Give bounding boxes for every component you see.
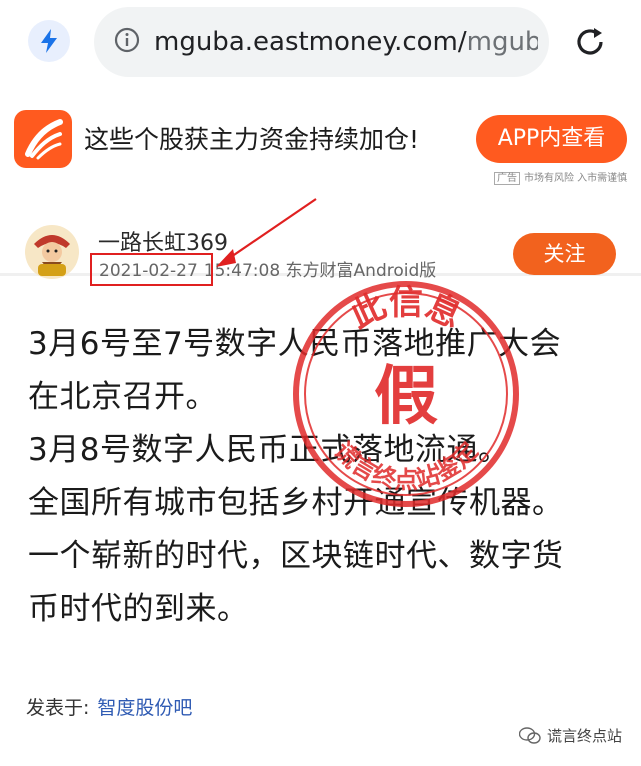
url-text[interactable]: mguba.eastmoney.com/mgub [154,20,538,64]
forum-link[interactable]: 智度股份吧 [97,697,192,719]
reload-icon[interactable] [570,22,610,62]
eastmoney-logo-icon [14,110,72,168]
posted-in-label: 发表于: [26,697,90,719]
post-line: 一个崭新的时代，区块链时代、数字货 [28,538,564,574]
posted-in: 发表于: 智度股份吧 [26,693,192,720]
ad-disclaimer: 广告 市场有风险 入市需谨慎 [494,169,627,185]
browser-toolbar: mguba.eastmoney.com/mgub [0,0,641,88]
post-line: 3月6号至7号数字人民币落地推广大会 [28,326,562,362]
ad-headline[interactable]: 这些个股获主力资金持续加仓! [84,120,419,160]
post-time-source: 15:47:08 东方财富Android版 [203,261,437,281]
info-icon[interactable] [114,27,140,53]
post-line: 币时代的到来。 [28,591,249,627]
post-body: 3月6号至7号数字人民币落地推广大会 在北京召开。 3月8号数字人民币正式落地流… [28,318,628,636]
ad-banner[interactable]: 这些个股获主力资金持续加仓! APP内查看 广告 市场有风险 入市需谨慎 [0,88,641,276]
watermark: 谎言终点站 [519,725,622,746]
post-line: 在北京召开。 [28,379,217,415]
post-line: 3月8号数字人民币正式落地流通。 [28,432,510,468]
open-in-app-button[interactable]: APP内查看 [476,115,627,163]
post-line: 全国所有城市包括乡村开通宣传机器。 [28,485,564,521]
follow-button[interactable]: 关注 [513,233,616,275]
avatar[interactable] [24,224,80,280]
bolt-icon[interactable] [28,20,70,62]
wechat-icon [519,726,541,744]
date-highlight-box [90,253,213,286]
